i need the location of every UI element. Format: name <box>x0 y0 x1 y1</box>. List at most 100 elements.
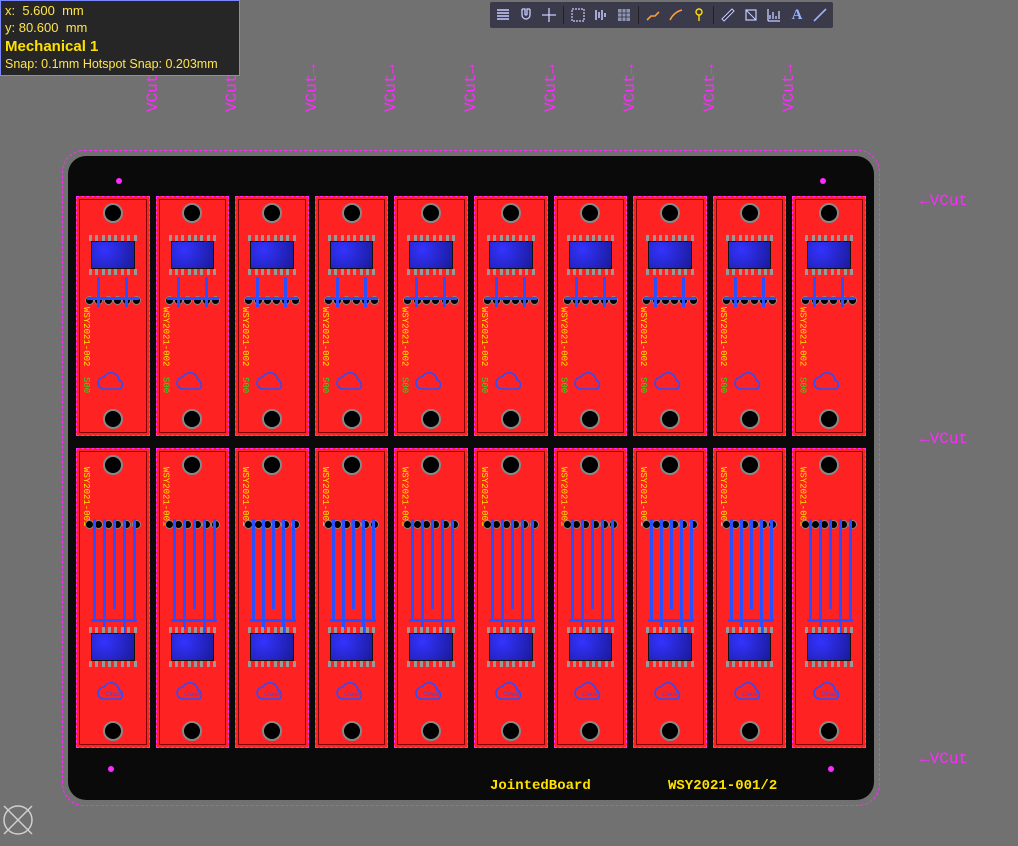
mount-hole <box>501 203 521 223</box>
mount-hole <box>342 455 362 475</box>
mount-hole <box>819 455 839 475</box>
svg-text:Cloud: Cloud <box>503 692 519 698</box>
ic-chip <box>171 633 215 661</box>
select-rect-tool[interactable] <box>567 4 589 26</box>
pad-row <box>563 509 619 539</box>
mount-hole <box>182 455 202 475</box>
mount-hole <box>342 721 362 741</box>
chart-tool[interactable] <box>763 4 785 26</box>
toolbar-separator <box>713 6 714 24</box>
vcut-label-right: ←VCut <box>920 430 968 448</box>
ic-chip <box>250 633 294 661</box>
ic-chip <box>171 241 215 269</box>
text-tool[interactable]: A <box>786 4 808 26</box>
ic-pins <box>646 269 694 275</box>
mount-hole <box>182 203 202 223</box>
serial-silk: S00 <box>797 377 807 393</box>
mount-hole <box>342 203 362 223</box>
pcb-tile-bottom: WSY2021-001 Cloud <box>156 448 230 748</box>
mount-hole <box>421 203 441 223</box>
mount-hole <box>262 721 282 741</box>
mount-hole <box>501 409 521 429</box>
vcut-label-top: VCut→ <box>382 64 400 112</box>
serial-silk: S00 <box>638 377 648 393</box>
ic-chip <box>728 633 772 661</box>
magnet-tool[interactable] <box>515 4 537 26</box>
pcb-tile-top: WSY2021-002 S00 <box>713 196 787 436</box>
pad-row <box>324 509 380 539</box>
ic-pins <box>407 661 455 667</box>
cloud-logo: Cloud <box>412 681 450 705</box>
route-curve-tool[interactable] <box>665 4 687 26</box>
hand-tool[interactable] <box>492 4 514 26</box>
ic-chip <box>91 633 135 661</box>
pcb-tile-top: WSY2021-002 S00 <box>554 196 628 436</box>
mount-hole <box>819 721 839 741</box>
pad-row <box>244 285 300 315</box>
line-tool[interactable] <box>809 4 831 26</box>
ic-chip <box>250 241 294 269</box>
serial-silk: S00 <box>718 377 728 393</box>
mount-hole <box>740 203 760 223</box>
ic-chip <box>807 241 851 269</box>
cloud-logo <box>253 371 291 395</box>
ic-pins <box>805 269 853 275</box>
pad-row <box>244 509 300 539</box>
measure-tool[interactable] <box>717 4 739 26</box>
panel-name: JointedBoard <box>490 778 591 794</box>
partno-silk: WSY2021-002 <box>559 307 569 366</box>
cloud-logo <box>731 371 769 395</box>
svg-text:Cloud: Cloud <box>105 692 121 698</box>
route-tool[interactable] <box>642 4 664 26</box>
ic-chip <box>569 633 613 661</box>
mount-hole <box>660 455 680 475</box>
ic-chip <box>409 633 453 661</box>
ic-pins <box>805 661 853 667</box>
grid-fill-tool[interactable] <box>613 4 635 26</box>
cloud-logo <box>492 371 530 395</box>
pin-tool[interactable] <box>688 4 710 26</box>
mount-hole <box>580 455 600 475</box>
panel-row-bottom: WSY2021-001 Cloud WSY2021-001 <box>76 448 866 748</box>
mount-hole <box>580 203 600 223</box>
fiducial <box>828 766 834 772</box>
pad-row <box>483 285 539 315</box>
mount-hole <box>262 455 282 475</box>
mount-hole <box>103 455 123 475</box>
mount-hole <box>501 455 521 475</box>
cloud-logo: Cloud <box>810 681 848 705</box>
pcb-tile-top: WSY2021-002 S00 <box>474 196 548 436</box>
cloud-logo <box>571 371 609 395</box>
pad-row <box>801 509 857 539</box>
mount-hole <box>103 203 123 223</box>
ic-pins <box>487 661 535 667</box>
pad-row <box>85 285 141 315</box>
coord-x: x: 5.600 mm <box>5 3 235 20</box>
align-tool[interactable] <box>590 4 612 26</box>
mount-hole <box>262 203 282 223</box>
fiducial <box>820 178 826 184</box>
svg-text:Cloud: Cloud <box>662 692 678 698</box>
crosshair-tool[interactable] <box>538 4 560 26</box>
partno-silk: WSY2021-002 <box>320 307 330 366</box>
serial-silk: S00 <box>240 377 250 393</box>
design-canvas[interactable]: VCut→VCut→VCut→VCut→VCut→VCut→VCut→VCut→… <box>0 0 1018 846</box>
ic-chip <box>489 241 533 269</box>
cloud-logo: Cloud <box>333 681 371 705</box>
pad-row <box>563 285 619 315</box>
origin-marker <box>0 802 36 838</box>
top-toolbar: A <box>490 2 833 28</box>
partno-silk: WSY2021-002 <box>479 307 489 366</box>
ic-pins <box>726 661 774 667</box>
cloud-logo <box>651 371 689 395</box>
ic-pins <box>328 661 376 667</box>
partno-silk: WSY2021-002 <box>81 307 91 366</box>
vcut-label-right: ←VCut <box>920 750 968 768</box>
mount-hole <box>819 203 839 223</box>
mount-hole <box>103 721 123 741</box>
vcut-label-top: VCut→ <box>303 64 321 112</box>
pcb-tile-bottom: WSY2021-001 Cloud <box>394 448 468 748</box>
crop-tool[interactable] <box>740 4 762 26</box>
pad-row <box>324 285 380 315</box>
partno-silk: WSY2021-002 <box>797 307 807 366</box>
